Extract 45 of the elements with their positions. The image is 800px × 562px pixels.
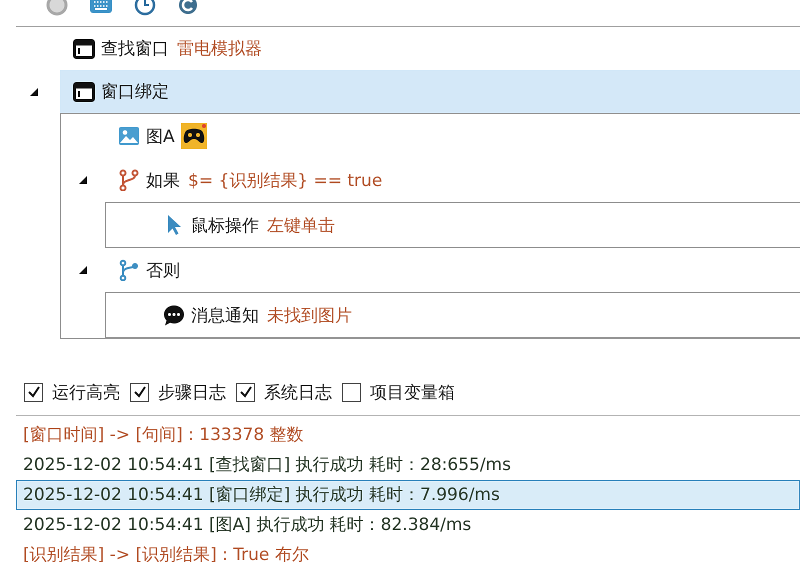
step-label: 窗口绑定 — [101, 81, 169, 103]
checkbox-label: 系统日志 — [264, 382, 332, 404]
checkbox[interactable] — [236, 382, 255, 402]
step-label: 查找窗口 — [101, 38, 169, 60]
controller-icon — [180, 123, 207, 149]
checkbox[interactable] — [130, 382, 149, 402]
keyboard-icon[interactable] — [89, 0, 113, 16]
step-parameter: 左键单击 — [267, 214, 335, 236]
tree-item[interactable]: 否则 — [105, 248, 800, 292]
chat-icon — [163, 304, 185, 326]
checkbox-label: 步骤日志 — [158, 382, 226, 404]
step-label: 鼠标操作 — [191, 214, 259, 236]
checkbox-label: 运行高亮 — [52, 382, 120, 404]
expand-arrow[interactable] — [30, 88, 38, 96]
log-line[interactable]: 2025-12-02 10:54:41 [查找窗口] 执行成功 耗时：28:655/ms — [16, 450, 800, 480]
refresh-icon[interactable] — [177, 0, 199, 16]
log-line[interactable]: 2025-12-02 10:54:41 [图A] 执行成功 耗时：82.384/ms — [16, 510, 800, 540]
step-label: 否则 — [146, 260, 180, 282]
step-label: 如果 — [146, 170, 180, 192]
window-icon — [73, 80, 95, 102]
step-parameter: 未找到图片 — [267, 304, 352, 326]
expand-arrow[interactable] — [79, 266, 87, 274]
clock-icon[interactable] — [134, 0, 156, 16]
checkbox-label: 项目变量箱 — [370, 382, 455, 404]
checkbox[interactable] — [342, 382, 361, 402]
step-parameter: $= {识别结果} == true — [188, 170, 382, 192]
log-line[interactable]: [窗口时间] -> [句间] : 133378 整数 — [16, 420, 800, 450]
step-label: 消息通知 — [191, 304, 259, 326]
image-icon — [118, 125, 140, 147]
branch-icon — [118, 169, 140, 191]
step-parameter: 雷电模拟器 — [177, 38, 262, 60]
checkbox[interactable] — [24, 382, 43, 402]
check-icon — [132, 385, 146, 399]
expand-arrow[interactable] — [79, 176, 87, 184]
tree-item[interactable]: 查找窗口 雷电模拟器 — [60, 27, 800, 70]
tree-item[interactable]: 窗口绑定 — [60, 70, 800, 113]
window-icon — [73, 38, 95, 60]
step-label: 图A — [146, 126, 175, 148]
check-icon — [26, 385, 40, 399]
tree-item[interactable]: 如果 $= {识别结果} == true — [105, 158, 800, 202]
check-icon — [238, 385, 252, 399]
tree-item[interactable]: 鼠标操作 左键单击 — [150, 203, 800, 247]
branch-icon — [118, 259, 140, 281]
tree-item[interactable]: 图A — [105, 114, 800, 158]
tree-item[interactable]: 消息通知 未找到图片 — [150, 293, 800, 337]
